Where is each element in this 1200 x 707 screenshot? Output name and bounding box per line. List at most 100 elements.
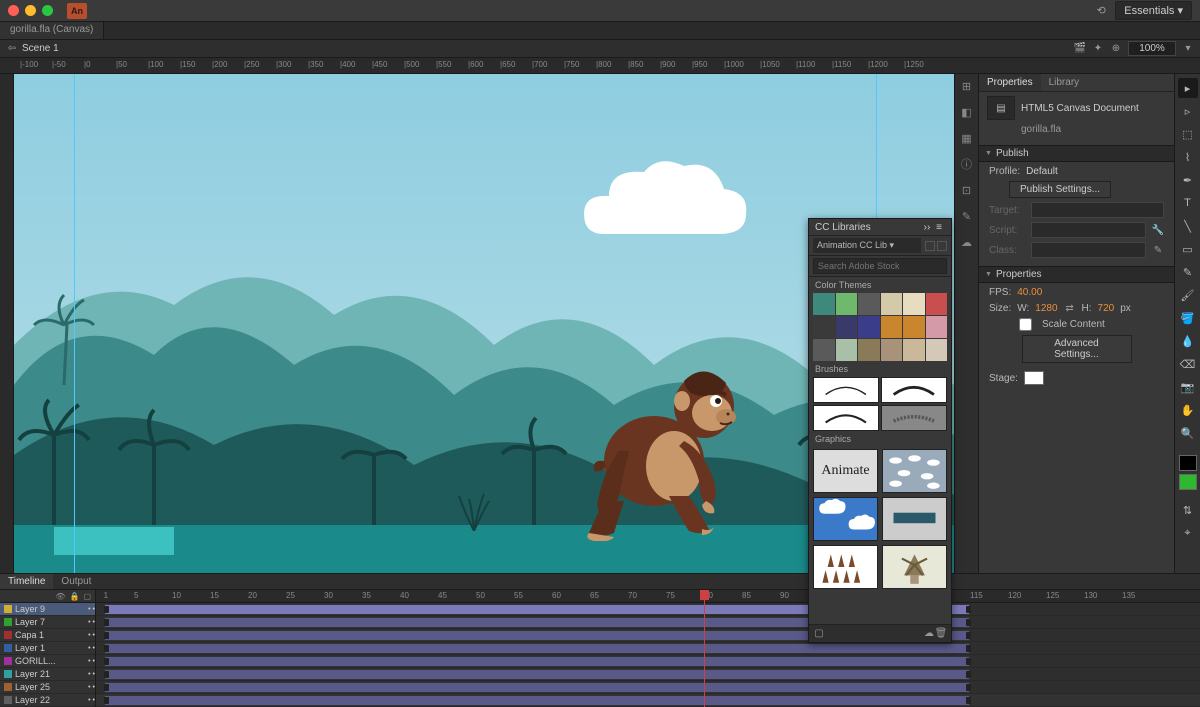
zoom-dropdown-icon[interactable]: ▾ — [1182, 43, 1194, 55]
stage-color-swatch[interactable] — [1024, 371, 1044, 385]
stroke-color[interactable] — [1179, 455, 1197, 471]
maximize-icon[interactable] — [42, 5, 53, 16]
publish-section-head[interactable]: Publish — [979, 145, 1174, 162]
panel-menu-icon[interactable]: ≡ — [933, 221, 945, 233]
brush-panel-icon[interactable]: ✎ — [959, 208, 975, 224]
symbol-icon[interactable]: ✦ — [1092, 43, 1104, 55]
color-swatch[interactable] — [881, 316, 903, 338]
pencil-tool-icon[interactable]: ✎ — [1178, 262, 1198, 282]
layer-row[interactable]: Layer 22• • — [0, 694, 95, 707]
minimize-icon[interactable] — [25, 5, 36, 16]
swap-colors-icon[interactable]: ⇅ — [1178, 500, 1198, 520]
layer-row[interactable]: Layer 9• • — [0, 603, 95, 616]
zoom-input[interactable]: 100% — [1128, 41, 1176, 56]
color-icon[interactable]: ◧ — [959, 104, 975, 120]
link-icon[interactable]: ⇄ — [1064, 302, 1076, 314]
graphic-asset[interactable] — [813, 497, 878, 541]
graphic-asset[interactable]: Animate — [813, 449, 878, 493]
tab-timeline[interactable]: Timeline — [0, 574, 53, 589]
visibility-icon[interactable]: 👁 — [55, 592, 65, 601]
ruler-vertical[interactable] — [0, 74, 14, 573]
tab-library[interactable]: Library — [1041, 74, 1088, 91]
layer-row[interactable]: Layer 1• • — [0, 642, 95, 655]
graphic-asset[interactable] — [813, 545, 878, 589]
info-icon[interactable]: ⓘ — [959, 156, 975, 172]
rectangle-tool-icon[interactable]: ▭ — [1178, 239, 1198, 259]
timeline-tracks[interactable]: 1510152025303540455055606570758085909510… — [96, 590, 1200, 707]
back-icon[interactable]: ⇦ — [6, 43, 18, 55]
color-swatch[interactable] — [836, 293, 858, 315]
width-value[interactable]: 1280 — [1035, 303, 1057, 314]
color-swatch[interactable] — [903, 293, 925, 315]
tab-properties[interactable]: Properties — [979, 74, 1041, 91]
layer-row[interactable]: Layer 7• • — [0, 616, 95, 629]
brush-preset[interactable] — [813, 377, 879, 403]
scale-content-checkbox[interactable] — [1019, 318, 1032, 331]
cc-icon[interactable]: ☁ — [959, 234, 975, 250]
workspace-dropdown[interactable]: Essentials ▾ — [1115, 1, 1192, 20]
height-value[interactable]: 720 — [1098, 303, 1115, 314]
playhead[interactable] — [704, 590, 705, 707]
document-tab[interactable]: gorilla.fla (Canvas) — [0, 22, 104, 39]
grid-view-icon[interactable] — [925, 241, 935, 251]
line-tool-icon[interactable]: ╲ — [1178, 216, 1198, 236]
color-swatch[interactable] — [903, 339, 925, 361]
pen-tool-icon[interactable]: ✒ — [1178, 170, 1198, 190]
sync-icon[interactable]: ⟲ — [1095, 5, 1107, 17]
selection-tool-icon[interactable]: ▸ — [1178, 78, 1198, 98]
close-icon[interactable] — [8, 5, 19, 16]
collapse-icon[interactable]: ›› — [921, 221, 933, 233]
props-section-head[interactable]: Properties — [979, 266, 1174, 283]
align-icon[interactable]: ⊞ — [959, 78, 975, 94]
color-swatch[interactable] — [903, 316, 925, 338]
transform-icon[interactable]: ⊡ — [959, 182, 975, 198]
color-swatch[interactable] — [858, 316, 880, 338]
subselection-tool-icon[interactable]: ▹ — [1178, 101, 1198, 121]
color-swatch[interactable] — [836, 316, 858, 338]
graphic-asset[interactable] — [882, 497, 947, 541]
layer-row[interactable]: Capa 1• • — [0, 629, 95, 642]
text-tool-icon[interactable]: T — [1178, 193, 1198, 213]
eyedropper-tool-icon[interactable]: 💧 — [1178, 331, 1198, 351]
center-icon[interactable]: ⊕ — [1110, 43, 1122, 55]
wrench-icon[interactable]: 🔧 — [1152, 224, 1164, 236]
track-row[interactable] — [96, 603, 1200, 616]
color-swatch[interactable] — [813, 293, 835, 315]
color-swatch[interactable] — [926, 293, 948, 315]
brush-preset[interactable] — [881, 377, 947, 403]
fps-value[interactable]: 40.00 — [1017, 287, 1042, 298]
tab-output[interactable]: Output — [53, 574, 99, 589]
ruler-horizontal[interactable]: |-100|-50|0|50|100|150|200|250|300|350|4… — [0, 58, 1200, 74]
color-swatch[interactable] — [881, 339, 903, 361]
camera-tool-icon[interactable]: 📷 — [1178, 377, 1198, 397]
track-row[interactable] — [96, 642, 1200, 655]
search-input[interactable] — [813, 258, 947, 274]
color-swatch[interactable] — [813, 339, 835, 361]
swatches-icon[interactable]: ▦ — [959, 130, 975, 146]
color-swatch[interactable] — [881, 293, 903, 315]
layer-row[interactable]: GORILL...• • — [0, 655, 95, 668]
eraser-tool-icon[interactable]: ⌫ — [1178, 354, 1198, 374]
brush-preset[interactable] — [813, 405, 879, 431]
track-row[interactable] — [96, 681, 1200, 694]
brush-tool-icon[interactable]: 🖌 — [1178, 285, 1198, 305]
track-row[interactable] — [96, 694, 1200, 707]
lock-icon[interactable]: 🔒 — [69, 592, 79, 601]
guide-vertical[interactable] — [74, 74, 75, 573]
hand-tool-icon[interactable]: ✋ — [1178, 400, 1198, 420]
graphic-asset[interactable] — [882, 545, 947, 589]
free-transform-tool-icon[interactable]: ⬚ — [1178, 124, 1198, 144]
add-icon[interactable]: ▢ — [813, 628, 825, 640]
track-row[interactable] — [96, 616, 1200, 629]
graphic-asset[interactable] — [882, 449, 947, 493]
scene-name[interactable]: Scene 1 — [22, 43, 59, 54]
track-row[interactable] — [96, 629, 1200, 642]
frame-ruler[interactable]: 1510152025303540455055606570758085909510… — [96, 590, 1200, 603]
color-swatch[interactable] — [858, 339, 880, 361]
color-swatch[interactable] — [813, 316, 835, 338]
color-swatch[interactable] — [858, 293, 880, 315]
zoom-tool-icon[interactable]: 🔍 — [1178, 423, 1198, 443]
color-swatch[interactable] — [926, 316, 948, 338]
edit-scene-icon[interactable]: 🎬 — [1074, 43, 1086, 55]
color-swatch[interactable] — [836, 339, 858, 361]
